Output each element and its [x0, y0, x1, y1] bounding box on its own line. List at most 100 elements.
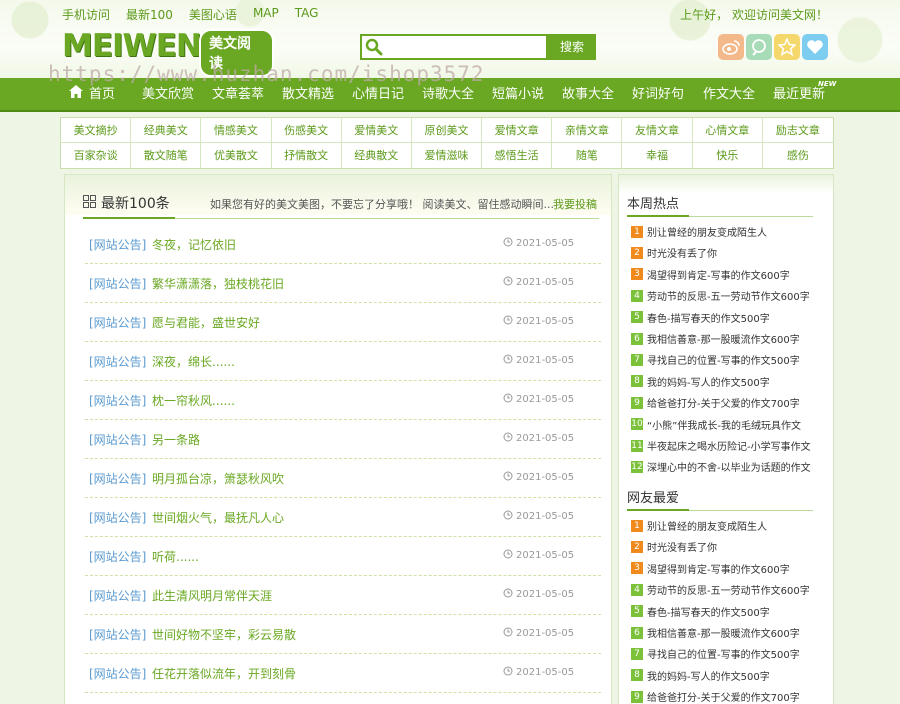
article-category[interactable]: [网站公告] [89, 314, 146, 331]
article-category[interactable]: [网站公告] [89, 353, 146, 370]
fav-rank-item[interactable]: 7 寻找自己的位置-写事的作文500字 [631, 643, 821, 664]
article-row[interactable]: [网站公告] 任花开落似流年，开到刻骨 2021-05-05 [85, 654, 601, 693]
rank-item-title[interactable]: 我相信善意-那一股暖流作文600字 [647, 331, 800, 346]
article-row[interactable]: [网站公告] 冬夜，记忆依旧 2021-05-05 [85, 225, 601, 264]
article-category[interactable]: [网站公告] [89, 275, 146, 292]
nav-item-xiaoshuo[interactable]: 短篇小说 [492, 78, 544, 112]
category-link[interactable]: 原创美文 [411, 118, 483, 143]
contribute-link[interactable]: 我要投稿 [553, 196, 597, 212]
category-link[interactable]: 经典美文 [131, 118, 202, 143]
nav-item-zuowen[interactable]: 作文大全 [703, 78, 755, 112]
hot-rank-item[interactable]: 3 渴望得到肯定-写事的作文600字 [631, 264, 821, 285]
rank-item-title[interactable]: 寻找自己的位置-写事的作文500字 [647, 646, 800, 661]
category-link[interactable]: 心情文章 [692, 118, 763, 143]
search-button[interactable]: 搜索 [548, 34, 596, 60]
rank-item-title[interactable]: 寻找自己的位置-写事的作文500字 [647, 352, 800, 367]
category-link[interactable]: 爱情文章 [482, 118, 553, 143]
hot-rank-item[interactable]: 12 深埋心中的不舍-以毕业为话题的作文 [631, 456, 821, 477]
category-link[interactable]: 爱情美文 [341, 118, 412, 143]
hot-rank-item[interactable]: 9 给爸爸打分-关于父爱的作文700字 [631, 392, 821, 413]
hot-rank-item[interactable]: 2 时光没有丢了你 [631, 242, 821, 263]
rank-item-title[interactable]: 给爸爸打分-关于父爱的作文700字 [647, 689, 800, 704]
weibo-icon[interactable] [718, 34, 744, 60]
article-row[interactable]: [网站公告] 此生清风明月常伴天涯 2021-05-05 [85, 576, 601, 615]
category-link[interactable]: 百家杂谈 [61, 143, 132, 168]
rank-item-title[interactable]: 深埋心中的不舍-以毕业为话题的作文 [647, 459, 811, 474]
category-link[interactable]: 爱情滋味 [412, 143, 483, 168]
article-title[interactable]: 冬夜，记忆依旧 [152, 236, 236, 253]
rank-item-title[interactable]: 我的妈妈-写人的作文500字 [647, 668, 770, 683]
article-title[interactable]: 听荷...... [152, 548, 199, 565]
category-link[interactable]: 励志文章 [762, 118, 833, 143]
category-link[interactable]: 感悟生活 [482, 143, 553, 168]
article-title[interactable]: 世间好物不坚牢，彩云易散 [152, 626, 296, 643]
fav-rank-item[interactable]: 3 渴望得到肯定-写事的作文600字 [631, 558, 821, 579]
nav-item-haoju[interactable]: 好词好句 [632, 78, 684, 112]
article-row[interactable]: [网站公告] 繁华潇潇落，独枝桃花旧 2021-05-05 [85, 264, 601, 303]
top-link-gallery[interactable]: 美图心语 [189, 6, 237, 23]
fav-rank-item[interactable]: 6 我相信善意-那一股暖流作文600字 [631, 622, 821, 643]
rank-item-title[interactable]: 劳动节的反思-五一劳动节作文600字 [647, 582, 810, 597]
rank-item-title[interactable]: 时光没有丢了你 [647, 539, 717, 554]
article-row[interactable]: [网站公告] 听荷...... 2021-05-05 [85, 537, 601, 576]
fav-rank-item[interactable]: 5 春色-描写春天的作文500字 [631, 601, 821, 622]
article-row[interactable]: [网站公告] 世间烟火气，最抚凡人心 2021-05-05 [85, 498, 601, 537]
category-link[interactable]: 亲情文章 [552, 118, 623, 143]
article-title[interactable]: 繁华潇潇落，独枝桃花旧 [152, 275, 284, 292]
category-link[interactable]: 快乐 [693, 143, 763, 168]
top-link-mobile[interactable]: 手机访问 [62, 6, 110, 23]
article-row[interactable]: [网站公告] 愿与君能，盛世安好 2021-05-05 [85, 303, 601, 342]
article-row[interactable]: [网站公告] 枕一帘秋风...... 2021-05-05 [85, 381, 601, 420]
hot-rank-item[interactable]: 7 寻找自己的位置-写事的作文500字 [631, 349, 821, 370]
article-category[interactable]: [网站公告] [89, 470, 146, 487]
heart-icon[interactable] [802, 34, 828, 60]
rank-item-title[interactable]: 别让曾经的朋友变成陌生人 [647, 518, 767, 533]
article-title[interactable]: 枕一帘秋风...... [152, 392, 235, 409]
fav-rank-item[interactable]: 1 别让曾经的朋友变成陌生人 [631, 515, 821, 536]
article-category[interactable]: [网站公告] [89, 431, 146, 448]
rank-item-title[interactable]: 劳动节的反思-五一劳动节作文600字 [647, 288, 810, 303]
article-category[interactable]: [网站公告] [89, 665, 146, 682]
category-link[interactable]: 经典散文 [342, 143, 412, 168]
category-link[interactable]: 幸福 [622, 143, 693, 168]
article-title[interactable]: 此生清风明月常伴天涯 [152, 587, 272, 604]
rank-item-title[interactable]: 渴望得到肯定-写事的作文600字 [647, 561, 790, 576]
hot-rank-item[interactable]: 4 劳动节的反思-五一劳动节作文600字 [631, 285, 821, 306]
article-title[interactable]: 任花开落似流年，开到刻骨 [152, 665, 296, 682]
hot-rank-item[interactable]: 6 我相信善意-那一股暖流作文600字 [631, 328, 821, 349]
site-logo[interactable]: MEIWEN 美文阅读 [62, 28, 274, 77]
article-row[interactable]: [网站公告] 明月孤台凉，箫瑟秋风吹 2021-05-05 [85, 459, 601, 498]
category-link[interactable]: 散文随笔 [131, 143, 202, 168]
article-title[interactable]: 世间烟火气，最抚凡人心 [152, 509, 284, 526]
category-link[interactable]: 美文摘抄 [61, 118, 132, 143]
article-row[interactable]: [网站公告] 世间好物不坚牢，彩云易散 2021-05-05 [85, 615, 601, 654]
category-link[interactable]: 抒情散文 [272, 143, 342, 168]
hot-rank-item[interactable]: 8 我的妈妈-写人的作文500字 [631, 371, 821, 392]
top-link-map[interactable]: MAP [253, 6, 279, 23]
nav-item-gushi[interactable]: 故事大全 [562, 78, 614, 112]
article-row[interactable]: [网站公告] 另一条路 2021-05-05 [85, 420, 601, 459]
category-link[interactable]: 感伤 [763, 143, 833, 168]
rank-item-title[interactable]: “小熊”伴我成长-我的毛绒玩具作文 [647, 417, 801, 432]
article-row[interactable]: [网站公告] 深夜，绵长...... 2021-05-05 [85, 342, 601, 381]
star-icon[interactable] [774, 34, 800, 60]
rank-item-title[interactable]: 我的妈妈-写人的作文500字 [647, 374, 770, 389]
article-title[interactable]: 愿与君能，盛世安好 [152, 314, 260, 331]
fav-rank-item[interactable]: 2 时光没有丢了你 [631, 536, 821, 557]
category-link[interactable]: 优美散文 [201, 143, 272, 168]
category-link[interactable]: 伤感美文 [271, 118, 342, 143]
rank-item-title[interactable]: 我相信善意-那一股暖流作文600字 [647, 625, 800, 640]
article-title[interactable]: 另一条路 [152, 431, 200, 448]
article-title[interactable]: 明月孤台凉，箫瑟秋风吹 [152, 470, 284, 487]
rank-item-title[interactable]: 渴望得到肯定-写事的作文600字 [647, 267, 790, 282]
rank-item-title[interactable]: 春色-描写春天的作文500字 [647, 310, 770, 325]
article-category[interactable]: [网站公告] [89, 548, 146, 565]
category-link[interactable]: 情感美文 [201, 118, 272, 143]
hot-rank-item[interactable]: 5 春色-描写春天的作文500字 [631, 307, 821, 328]
article-category[interactable]: [网站公告] [89, 392, 146, 409]
fav-rank-item[interactable]: 4 劳动节的反思-五一劳动节作文600字 [631, 579, 821, 600]
rank-item-title[interactable]: 别让曾经的朋友变成陌生人 [647, 224, 767, 239]
fav-rank-item[interactable]: 9 给爸爸打分-关于父爱的作文700字 [631, 686, 821, 704]
article-category[interactable]: [网站公告] [89, 587, 146, 604]
article-category[interactable]: [网站公告] [89, 509, 146, 526]
